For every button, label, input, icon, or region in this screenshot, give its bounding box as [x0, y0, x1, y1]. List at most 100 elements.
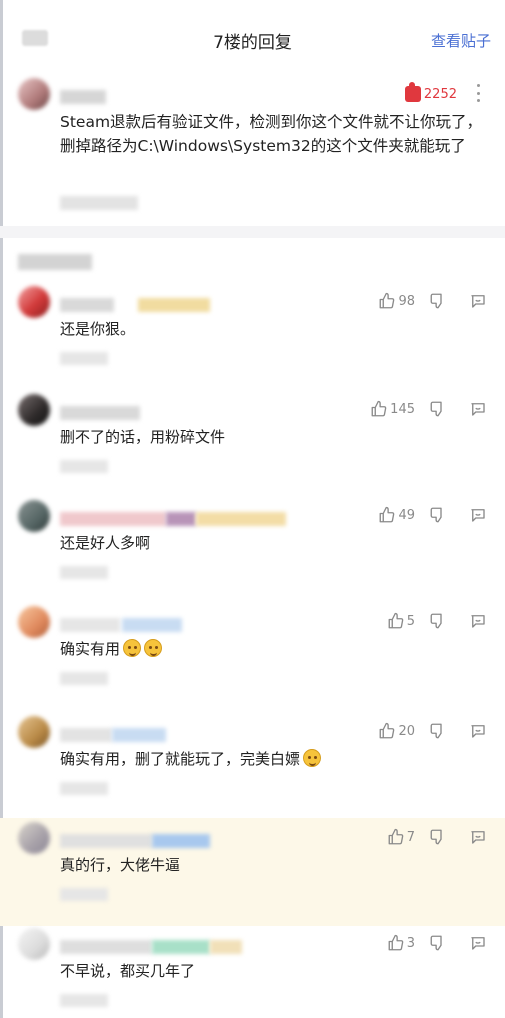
like-count: 20: [398, 723, 415, 739]
like-button[interactable]: 98: [357, 292, 415, 310]
like-count: 98: [398, 293, 415, 309]
emoji-icon: [144, 639, 163, 657]
comment-meta: [60, 460, 108, 473]
thumbs-up-icon: [380, 506, 395, 523]
comment-text-content: 确实有用: [60, 640, 121, 658]
thumbs-up-icon: [388, 612, 404, 629]
thumbs-down-icon[interactable]: [429, 292, 447, 310]
main-reply: 2252 Steam退款后有验证文件，检测到你这个文件就不让你玩了，删掉路径为C…: [0, 72, 505, 232]
comment-text: 不早说，都买几年了: [60, 960, 195, 981]
comment-item: 49 还是好人多啊: [0, 496, 505, 604]
username[interactable]: [138, 298, 210, 312]
like-button[interactable]: 20: [357, 722, 415, 740]
avatar[interactable]: [18, 716, 50, 748]
thumbs-up-icon: [404, 82, 421, 102]
page-title: 7楼的回复: [213, 33, 292, 53]
comment-actions: 20: [357, 722, 487, 740]
reply-bubble-icon[interactable]: [469, 934, 487, 952]
like-count: 5: [406, 613, 415, 629]
like-button[interactable]: 49: [357, 506, 415, 524]
section-label: [18, 254, 92, 270]
comment-actions: 7: [357, 828, 487, 846]
reply-bubble-icon[interactable]: [469, 828, 487, 846]
comment-meta: [60, 782, 108, 795]
like-count: 7: [406, 829, 415, 845]
avatar[interactable]: [18, 606, 50, 638]
comment-item: 3 不早说，都买几年了: [0, 924, 505, 1018]
reply-bubble-icon[interactable]: [469, 612, 487, 630]
comment-text: 删不了的话，用粉碎文件: [60, 426, 225, 447]
comment-text-content: 还是好人多啊: [60, 534, 151, 552]
username[interactable]: [196, 512, 286, 526]
avatar[interactable]: [18, 928, 50, 960]
thumbs-up-icon: [380, 722, 395, 739]
thumbs-down-icon[interactable]: [429, 400, 447, 418]
thumbs-down-icon[interactable]: [429, 722, 447, 740]
comment-actions: 98: [357, 292, 487, 310]
username[interactable]: [60, 618, 120, 632]
comment-meta: [60, 888, 108, 901]
comment-actions: 5: [357, 612, 487, 630]
avatar[interactable]: [18, 500, 50, 532]
comment-meta: [60, 566, 108, 579]
like-count: 2252: [423, 86, 457, 102]
like-count: 49: [398, 507, 415, 523]
section-divider: [0, 226, 505, 238]
like-button[interactable]: 145: [357, 400, 415, 418]
username[interactable]: [60, 90, 106, 104]
comment-actions: 3: [357, 934, 487, 952]
like-button[interactable]: 7: [357, 828, 415, 846]
like-button[interactable]: 2252: [404, 82, 457, 102]
comment-text: 还是好人多啊: [60, 532, 150, 553]
comment-text-content: 不早说，都买几年了: [60, 962, 196, 980]
comment-meta: [60, 994, 108, 1007]
comment-actions: 49: [357, 506, 487, 524]
username[interactable]: [60, 940, 152, 954]
thumbs-down-icon[interactable]: [429, 506, 447, 524]
username[interactable]: [112, 728, 166, 742]
reply-meta: [60, 196, 138, 210]
username[interactable]: [152, 834, 210, 848]
view-post-link[interactable]: 查看贴子: [431, 30, 491, 51]
comment-text: 确实有用: [60, 638, 163, 659]
username[interactable]: [60, 406, 140, 420]
username[interactable]: [60, 834, 152, 848]
username[interactable]: [152, 940, 210, 954]
thumbs-down-icon[interactable]: [429, 934, 447, 952]
like-button[interactable]: 3: [357, 934, 415, 952]
thumbs-up-icon: [371, 400, 387, 417]
username[interactable]: [210, 940, 242, 954]
comment-meta: [60, 672, 108, 685]
avatar[interactable]: [18, 286, 50, 318]
comment-item: 145 删不了的话，用粉碎文件: [0, 390, 505, 498]
reply-bubble-icon[interactable]: [469, 292, 487, 310]
comment-meta: [60, 352, 108, 365]
comment-item: 98 还是你狠。: [0, 282, 505, 390]
comment-text-content: 真的行，大佬牛逼: [60, 856, 181, 874]
reply-bubble-icon[interactable]: [469, 722, 487, 740]
thumbs-up-icon: [388, 828, 404, 845]
more-vertical-icon[interactable]: [477, 84, 481, 102]
comment-actions: 145: [357, 400, 487, 418]
comment-item: 20 确实有用，删了就能玩了，完美白嫖: [0, 712, 505, 820]
username[interactable]: [166, 512, 196, 526]
comment-text: 确实有用，删了就能玩了，完美白嫖: [60, 748, 322, 769]
reply-bubble-icon[interactable]: [469, 506, 487, 524]
thumbs-down-icon[interactable]: [429, 828, 447, 846]
avatar[interactable]: [18, 394, 50, 426]
thumbs-up-icon: [380, 292, 395, 309]
reply-bubble-icon[interactable]: [469, 400, 487, 418]
thumbs-down-icon[interactable]: [429, 612, 447, 630]
avatar[interactable]: [18, 78, 50, 110]
comment-text-content: 还是你狠。: [60, 320, 136, 338]
avatar[interactable]: [18, 822, 50, 854]
like-button[interactable]: 5: [357, 612, 415, 630]
header: 7楼的回复 查看贴子: [0, 0, 505, 72]
comment-item: 7 真的行，大佬牛逼: [0, 818, 505, 926]
reply-text: Steam退款后有验证文件，检测到你这个文件就不让你玩了，删掉路径为C:\Win…: [60, 113, 483, 155]
username[interactable]: [60, 728, 112, 742]
username[interactable]: [60, 298, 114, 312]
username[interactable]: [60, 512, 166, 526]
comment-text-content: 确实有用，删了就能玩了，完美白嫖: [60, 750, 301, 768]
username[interactable]: [122, 618, 182, 632]
